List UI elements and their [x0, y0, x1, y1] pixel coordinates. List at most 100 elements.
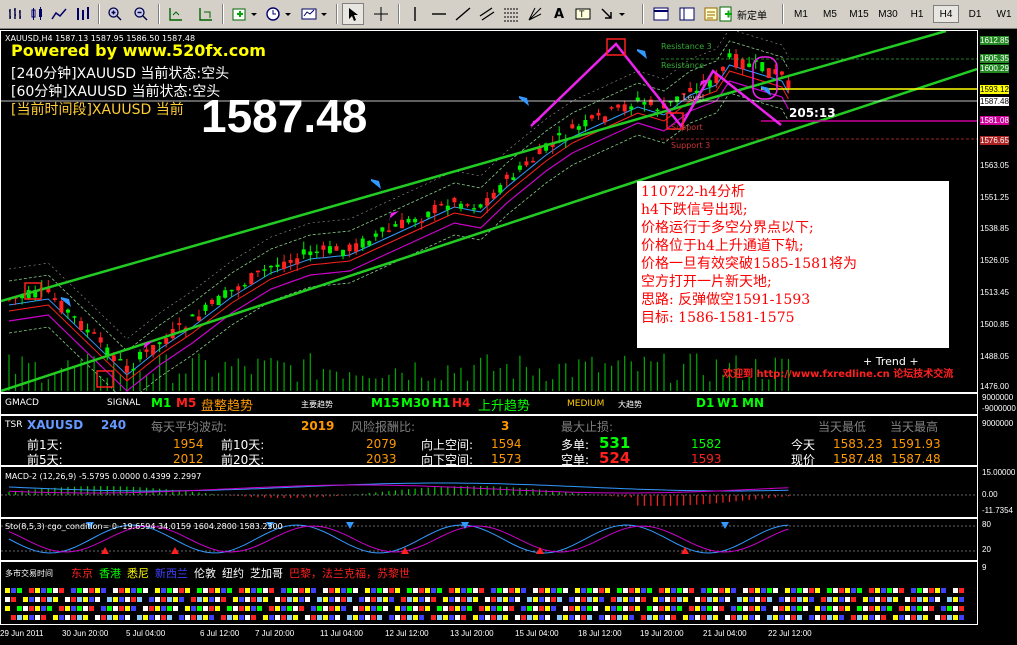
session-cell — [653, 606, 658, 611]
session-cell — [161, 615, 166, 620]
markets-list: 东京 香港 悉尼 新西兰 伦敦 纽约 芝加哥 巴黎，法兰克福，苏黎世 — [71, 565, 410, 581]
timeframe-h4-button[interactable]: H4 — [933, 5, 959, 23]
vertical-line-icon[interactable] — [404, 3, 426, 25]
session-cell — [425, 588, 430, 593]
gmacd-pane[interactable]: GMACD SIGNAL M1 M5 盘整趋势 主要趋势 M15 M30 H1 … — [0, 393, 978, 415]
bar-chart-alt-icon[interactable] — [72, 3, 94, 25]
session-cell — [413, 588, 418, 593]
text-tool-icon[interactable]: A — [548, 3, 570, 25]
session-cell — [65, 615, 70, 620]
session-cell — [737, 606, 742, 611]
session-cell — [941, 588, 946, 593]
session-cell — [143, 588, 148, 593]
session-cell — [635, 597, 640, 602]
tsr-high-label: 当天最高 — [890, 420, 939, 434]
session-cell — [83, 606, 88, 611]
candlestick-icon[interactable] — [26, 3, 48, 25]
price-tick: 1538.85 — [980, 224, 1009, 233]
tsr-pane[interactable]: TSR XAUUSD 240 每天平均波动: 2019 风险报酬比: 3 最大止… — [0, 415, 978, 467]
timeframe-h1-button[interactable]: H1 — [904, 5, 930, 23]
price-scale[interactable]: 1612.85 1605.35 1600.29 1593.12 1587.48 1581.… — [978, 30, 1017, 393]
session-cell — [581, 588, 586, 593]
zoom-in-icon[interactable] — [104, 3, 126, 25]
templates-menu-icon[interactable] — [298, 3, 332, 25]
time-tick: 13 Jul 20:00 — [450, 629, 494, 638]
state-line-60: [60分钟]XAUUSD 当前状态:空头 — [11, 84, 221, 100]
session-cell — [47, 597, 52, 602]
candle-body — [779, 71, 784, 75]
candle-body — [635, 97, 640, 101]
watermark-link[interactable]: 欢迎到 http://www.fxredline.cn 论坛技术交流 — [723, 365, 953, 380]
timeframe-m5-button[interactable]: M5 — [817, 5, 843, 23]
session-cell — [371, 615, 376, 620]
session-cell — [71, 588, 76, 593]
time-tick: 30 Jun 20:00 — [62, 629, 109, 638]
candle-body — [138, 351, 142, 360]
session-cell — [443, 597, 448, 602]
session-cell — [827, 597, 832, 602]
sessions-pane[interactable]: 多市交易时间 东京 香港 悉尼 新西兰 伦敦 纽约 芝加哥 巴黎，法兰克福，苏黎世 — [0, 561, 978, 625]
horizontal-line-icon[interactable] — [428, 3, 450, 25]
session-cell — [959, 606, 964, 611]
session-cell — [623, 606, 628, 611]
timeframe-d1-button[interactable]: D1 — [962, 5, 988, 23]
channel-icon[interactable] — [476, 3, 498, 25]
timeframe-w1-button[interactable]: W1 — [991, 5, 1017, 23]
session-cell — [587, 606, 592, 611]
crosshair-icon[interactable] — [370, 3, 392, 25]
session-cell — [701, 597, 706, 602]
gann-icon[interactable] — [524, 3, 546, 25]
new-order-button[interactable]: 新定单 — [718, 3, 778, 25]
session-cell — [593, 597, 598, 602]
session-cell — [749, 597, 754, 602]
zoom-out-icon[interactable] — [130, 3, 152, 25]
session-cell — [311, 588, 316, 593]
session-cell — [635, 588, 640, 593]
stoch-pane[interactable]: Sto(8,5,3) cgo_condition= 0 -19.6594 34.… — [0, 518, 978, 561]
line-chart-icon[interactable] — [48, 3, 70, 25]
price-tick: 1605.35 — [980, 54, 1009, 63]
text-label-icon[interactable]: T — [572, 3, 594, 25]
session-cell — [491, 606, 496, 611]
session-cell — [839, 597, 844, 602]
main-chart-pane[interactable]: XAUUSD,H4 1587.13 1587.95 1586.50 1587.4… — [0, 30, 978, 393]
session-cell — [749, 615, 754, 620]
analysis-line: 110722-h4分析 — [641, 184, 746, 200]
periods-menu-icon[interactable] — [262, 3, 296, 25]
arrows-menu-icon[interactable] — [596, 3, 630, 25]
session-cell — [545, 597, 550, 602]
session-cell — [785, 615, 790, 620]
timeframe-m1-button[interactable]: M1 — [788, 5, 814, 23]
candle-body — [373, 233, 378, 237]
trendline-icon[interactable] — [452, 3, 474, 25]
session-cell — [869, 588, 874, 593]
indicators-menu-icon[interactable] — [228, 3, 262, 25]
candle-body — [144, 349, 149, 352]
session-cell — [497, 588, 502, 593]
fibonacci-icon[interactable] — [500, 3, 522, 25]
price-tick: 1500.85 — [980, 320, 1009, 329]
chart-shift-icon[interactable] — [165, 3, 187, 25]
tsr-d20: 2033 — [366, 452, 397, 466]
timeframe-m15-button[interactable]: M15 — [846, 5, 872, 23]
candle-body — [249, 273, 254, 285]
session-cell — [935, 597, 940, 602]
session-cell — [881, 588, 886, 593]
navigator-icon[interactable] — [676, 3, 698, 25]
candle-body — [223, 290, 228, 298]
session-cell — [821, 597, 826, 602]
session-cell — [257, 588, 262, 593]
cursor-icon[interactable] — [342, 3, 364, 25]
session-cell — [575, 588, 580, 593]
session-cell — [671, 597, 676, 602]
timeframe-m30-button[interactable]: M30 — [875, 5, 901, 23]
terminal-window-icon[interactable] — [650, 3, 672, 25]
bar-chart-icon[interactable] — [4, 3, 26, 25]
state-line-current: [当前时间段]XAUUSD 当前 — [11, 102, 184, 118]
auto-scroll-icon[interactable] — [195, 3, 217, 25]
price-tick: 1581.08 — [980, 116, 1009, 125]
macd-pane[interactable]: MACD-2 (12,26,9) -5.5795 0.0000 0.4399 2… — [0, 466, 978, 518]
session-cell — [89, 588, 94, 593]
session-cell — [851, 597, 856, 602]
session-cell — [707, 615, 712, 620]
